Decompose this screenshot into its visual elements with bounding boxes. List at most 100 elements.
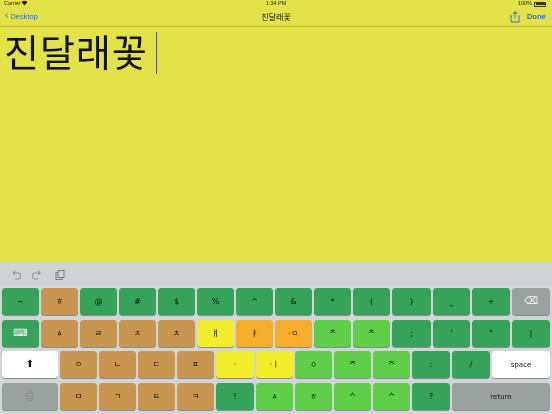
key-label: return	[490, 392, 512, 401]
key-label: ᄉ	[348, 392, 357, 401]
keyboard-toolbar	[0, 262, 552, 286]
key-0-8[interactable]: *	[314, 288, 351, 315]
key-3-7[interactable]: ㆆ	[295, 383, 332, 410]
key-0-5[interactable]: %	[197, 288, 234, 315]
key-label: ᄌ	[348, 360, 357, 369]
key-label: @	[94, 297, 103, 306]
key-0-1[interactable]: ㅎ	[41, 288, 78, 315]
key-1-1[interactable]: ㅿ	[41, 320, 78, 347]
key-0-4[interactable]: $	[158, 288, 195, 315]
key-0-3[interactable]: #	[119, 288, 156, 315]
key-2-5[interactable]: ·	[216, 351, 254, 378]
key-0-7[interactable]: &	[275, 288, 312, 315]
key-label: ᄉ	[387, 392, 396, 401]
key-2-4[interactable]: ㅍ	[177, 351, 214, 378]
key-label: ·ㅣ	[269, 360, 280, 369]
key-label: ㅍ	[191, 360, 200, 369]
key-label: ㅁ	[74, 392, 83, 401]
key-2-12[interactable]: space	[492, 351, 550, 378]
key-label: ㅇ	[74, 360, 83, 369]
key-label: ^	[251, 297, 258, 306]
key-label: ᄎ	[367, 329, 376, 338]
key-label: ㅑ	[250, 329, 259, 338]
key-label: ·ㅇ	[288, 329, 299, 338]
key-3-9[interactable]: ᄉ	[373, 383, 410, 410]
key-0-2[interactable]: @	[80, 288, 117, 315]
editor-text[interactable]: 진달래꽃	[4, 32, 148, 76]
key-3-4[interactable]: ㅋ	[177, 383, 214, 410]
key-label: ~	[17, 297, 24, 306]
clock: 1:34 PM	[265, 1, 287, 7]
key-label: ㆁ	[309, 360, 318, 369]
shift-key[interactable]: ⬆	[2, 351, 58, 378]
key-3-5[interactable]: !	[216, 383, 254, 410]
key-label: ;	[410, 329, 413, 338]
key-2-3[interactable]: ㄷ	[138, 351, 175, 378]
key-label: $	[173, 297, 180, 306]
key-1-3[interactable]: ㅈ	[119, 320, 156, 347]
key-label: *	[330, 297, 335, 306]
key-label: "	[489, 329, 493, 338]
redo-icon[interactable]	[31, 268, 43, 280]
key-0-0[interactable]: ~	[2, 288, 39, 315]
key-3-1[interactable]: ㅁ	[60, 383, 97, 410]
key-0-11[interactable]: _	[433, 288, 470, 315]
page-title: 진달래꽃	[261, 13, 291, 22]
key-3-6[interactable]: ㅿ	[256, 383, 293, 410]
key-0-6[interactable]: ^	[236, 288, 273, 315]
key-1-8[interactable]: ᄎ	[314, 320, 351, 347]
key-label: space	[510, 360, 532, 369]
key-1-7[interactable]: ·ㅇ	[275, 320, 312, 347]
share-icon[interactable]	[510, 10, 520, 23]
key-2-1[interactable]: ㅇ	[60, 351, 97, 378]
key-1-13[interactable]: |	[512, 320, 550, 347]
key-1-2[interactable]: ㄹ	[80, 320, 117, 347]
key-3-8[interactable]: ᄉ	[334, 383, 371, 410]
key-label: ㅒ	[211, 329, 220, 338]
key-2-6[interactable]: ·ㅣ	[256, 351, 293, 378]
key-label: #	[134, 297, 141, 306]
key-label: ?	[428, 392, 434, 401]
key-1-11[interactable]: '	[433, 320, 470, 347]
key-1-4[interactable]: ㅊ	[158, 320, 195, 347]
key-2-7[interactable]: ㆁ	[295, 351, 332, 378]
key-label: (	[369, 297, 374, 306]
done-button[interactable]: Done	[527, 12, 546, 21]
key-2-9[interactable]: ᄌ	[373, 351, 410, 378]
key-label: :	[429, 360, 433, 369]
undo-icon[interactable]	[10, 268, 22, 280]
key-2-11[interactable]: /	[452, 351, 490, 378]
key-2-10[interactable]: :	[412, 351, 450, 378]
key-label: '	[450, 329, 453, 338]
key-label: ㅈ	[133, 329, 142, 338]
text-editor[interactable]: 진달래꽃	[0, 28, 552, 262]
globe-key[interactable]: 🌐	[2, 383, 58, 410]
navigation-bar: ‹ Desktop 진달래꽃 Done	[0, 8, 552, 27]
keyboard-icon: ⌨	[13, 328, 28, 339]
key-3-10[interactable]: ?	[412, 383, 450, 410]
key-label: ᄎ	[328, 329, 337, 338]
key-0-9[interactable]: (	[353, 288, 390, 315]
shift-icon: ⬆	[25, 359, 35, 370]
key-2-8[interactable]: ᄌ	[334, 351, 371, 378]
key-label: +	[487, 297, 495, 306]
key-label: |	[529, 329, 533, 338]
keyboard-key[interactable]: ⌨	[2, 320, 39, 347]
key-1-9[interactable]: ᄎ	[353, 320, 390, 347]
key-3-3[interactable]: ㅌ	[138, 383, 175, 410]
key-3-2[interactable]: ㄱ	[99, 383, 136, 410]
key-label: ㄴ	[113, 360, 122, 369]
key-0-10[interactable]: )	[392, 288, 431, 315]
key-1-6[interactable]: ㅑ	[236, 320, 273, 347]
key-1-10[interactable]: ;	[392, 320, 431, 347]
key-label: ㅿ	[270, 392, 279, 401]
key-0-12[interactable]: +	[472, 288, 510, 315]
backspace-key[interactable]: ⌫	[512, 288, 550, 315]
key-1-5[interactable]: ㅒ	[197, 320, 234, 347]
paste-icon[interactable]	[54, 268, 66, 280]
key-3-11[interactable]: return	[452, 383, 550, 410]
key-1-12[interactable]: "	[472, 320, 510, 347]
key-2-2[interactable]: ㄴ	[99, 351, 136, 378]
key-label: ㅊ	[172, 329, 181, 338]
key-label: ㅎ	[55, 297, 64, 306]
